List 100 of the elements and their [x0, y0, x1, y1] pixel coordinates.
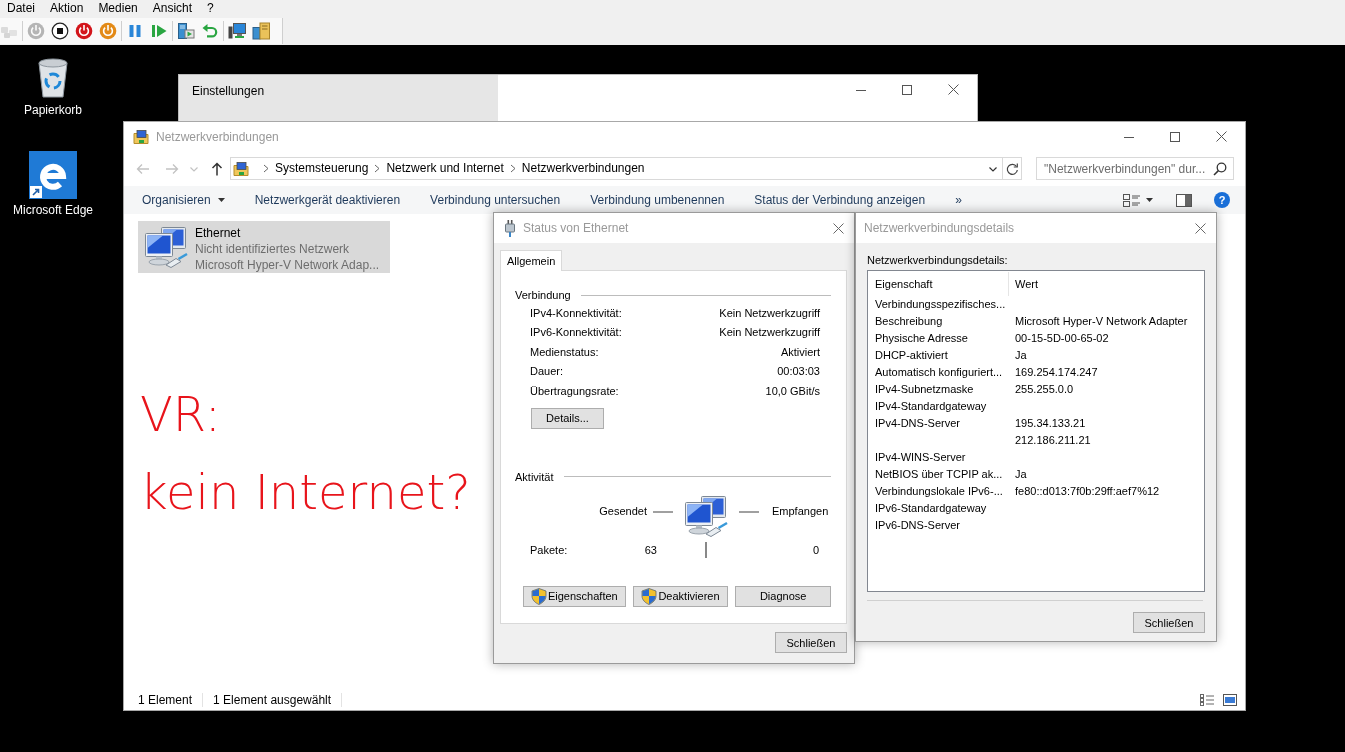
list-caption: Netzwerkverbindungsdetails:	[867, 253, 1008, 267]
column-header[interactable]: Wert	[1009, 272, 1203, 296]
table-cell-text: IPv6-Standardgateway	[874, 501, 988, 516]
table-cell-text: Physische Adresse	[874, 331, 969, 346]
table-cell-text: 212.186.211.21	[1014, 433, 1092, 448]
table-cell-text: IPv6-DNS-Server	[874, 518, 961, 533]
menu-button[interactable]: Organisieren	[127, 186, 240, 214]
group-heading: Aktivität	[515, 470, 554, 483]
window-title: Einstellungen	[192, 84, 265, 98]
dialog-title: Status von Ethernet	[523, 221, 629, 235]
close-icon[interactable]	[1216, 131, 1227, 142]
shield-icon	[641, 587, 658, 605]
close-button[interactable]: Schließen	[1133, 612, 1205, 633]
desktop-icon-label[interactable]: Microsoft Edge	[12, 203, 93, 217]
chevron-right-icon	[374, 164, 381, 173]
command-button[interactable]: Netzwerkgerät deaktivieren	[239, 186, 416, 214]
maximize-icon[interactable]	[1170, 131, 1180, 142]
close-icon[interactable]	[1195, 222, 1206, 234]
column-header[interactable]: Eigenschaft	[869, 272, 1009, 296]
table-cell-text: 169.254.174.247	[1014, 365, 1099, 380]
table-cell-text: Verbindungsspezifisches...	[874, 297, 1007, 312]
table-cell-text: DHCP-aktiviert	[874, 348, 949, 363]
dialog-title: Netzwerkverbindungsdetails	[864, 221, 1015, 235]
caret-icon[interactable]	[1146, 198, 1153, 202]
search-icon[interactable]	[1213, 161, 1227, 176]
table-cell-text: Automatisch konfiguriert...	[874, 365, 1004, 380]
table-cell-text: Ja	[1014, 467, 1028, 482]
table-cell-text: Verbindungslokale IPv6-...	[874, 484, 1004, 499]
status-text: 1 Element	[138, 693, 193, 707]
table-cell-text: NetBIOS über TCPIP ak...	[874, 467, 1004, 482]
close-icon[interactable]	[948, 84, 959, 95]
item-name: Ethernet	[195, 225, 241, 241]
table-cell-text: fe80::d013:7f0b:29ff:aef7%12	[1014, 484, 1161, 499]
close-icon[interactable]	[833, 222, 844, 234]
more-commands-button[interactable]: »	[940, 186, 977, 214]
play-icon[interactable]	[150, 22, 168, 40]
help-button[interactable]: ?	[1214, 192, 1230, 208]
list-item[interactable]: Ethernet Nicht identifiziertes Netzwerk Microsoft Hyper-V Network Adap...	[138, 221, 390, 273]
dialog-button[interactable]: Eigenschaften	[523, 585, 626, 607]
breadcrumb-item[interactable]: Netzwerkverbindungen	[521, 161, 645, 176]
packet-count: 0	[812, 543, 819, 556]
activity-label: Gesendet	[599, 504, 647, 517]
network-folder-icon	[133, 128, 149, 145]
dialog-button[interactable]: Deaktivieren	[632, 585, 729, 607]
desktop-icon-label[interactable]: Papierkorb	[24, 103, 82, 117]
refresh-icon[interactable]	[1005, 161, 1019, 176]
menu-item[interactable]: Medien	[91, 1, 146, 16]
e-logo-icon[interactable]	[29, 151, 77, 199]
table-cell-text: IPv4-Subnetzmaske	[874, 382, 975, 397]
monitor-icon[interactable]	[228, 22, 246, 40]
stop-icon[interactable]	[51, 22, 69, 40]
command-button[interactable]: Verbindung umbenennen	[575, 186, 740, 214]
table-cell-text: IPv4-DNS-Server	[874, 416, 961, 431]
table-cell-text: IPv4-WINS-Server	[874, 450, 967, 465]
field-label: Dauer:	[530, 365, 564, 378]
table-cell-text: IPv4-Standardgateway	[874, 399, 988, 414]
menu-item[interactable]: Datei	[0, 1, 43, 16]
command-button[interactable]: Status der Verbindung anzeigen	[739, 186, 941, 214]
plug-icon	[505, 219, 515, 237]
caret-icon	[217, 198, 225, 202]
handwritten-text: VR:	[140, 385, 221, 444]
item-adapter: Microsoft Hyper-V Network Adap...	[195, 257, 380, 273]
maximize-icon[interactable]	[902, 84, 912, 95]
table-cell-text: 00-15-5D-00-65-02	[1014, 331, 1110, 346]
activity-label: Empfangen	[772, 504, 829, 517]
breadcrumb-item[interactable]: Systemsteuerung	[275, 161, 369, 176]
details-view-icon[interactable]	[1200, 694, 1214, 706]
window-title: Netzwerkverbindungen	[156, 129, 279, 144]
network-computers-icon	[142, 224, 190, 268]
server-icon[interactable]	[177, 22, 195, 40]
tab[interactable]: Allgemein	[500, 250, 563, 271]
field-value: 00:03:03	[777, 365, 820, 378]
dialog-button[interactable]: Diagnose	[735, 585, 831, 607]
status-text: 1 Element ausgewählt	[213, 693, 332, 707]
menu-item[interactable]: Ansicht	[145, 1, 201, 16]
table-cell-text: Beschreibung	[874, 314, 944, 329]
close-button[interactable]: Schließen	[775, 632, 847, 653]
handwritten-text: kein Internet?	[140, 463, 471, 522]
undo-arrow-icon[interactable]	[201, 22, 219, 40]
server-folder-icon[interactable]	[252, 22, 270, 40]
field-value: Aktiviert	[780, 345, 820, 358]
power-icon[interactable]	[99, 22, 117, 40]
address-bar[interactable]: Systemsteuerung Netzwerk und Internet Netzwerkverbindungen	[230, 157, 1022, 180]
search-field[interactable]: "Netzwerkverbindungen" dur...	[1036, 157, 1234, 180]
details-button[interactable]: Details...	[531, 407, 604, 429]
chevron-right-icon	[509, 164, 516, 173]
view-options-icon[interactable]	[1123, 193, 1140, 207]
preview-pane-icon[interactable]	[1176, 193, 1192, 207]
field-value: 10,0 GBit/s	[765, 384, 820, 397]
up-arrow-icon[interactable]	[209, 160, 225, 177]
menu-item[interactable]: ?	[200, 1, 222, 16]
breadcrumb-item[interactable]: Netzwerk und Internet	[386, 161, 504, 176]
table-cell-text: Microsoft Hyper-V Network Adapter	[1014, 314, 1189, 329]
menu-item[interactable]: Aktion	[43, 1, 92, 16]
power-icon[interactable]	[75, 22, 93, 40]
command-button[interactable]: Verbindung untersuchen	[415, 186, 576, 214]
packet-count: 63	[644, 543, 657, 556]
large-icons-view-icon[interactable]	[1223, 694, 1237, 706]
field-label: IPv6-Konnektivität:	[530, 326, 622, 339]
shield-icon	[530, 587, 547, 605]
